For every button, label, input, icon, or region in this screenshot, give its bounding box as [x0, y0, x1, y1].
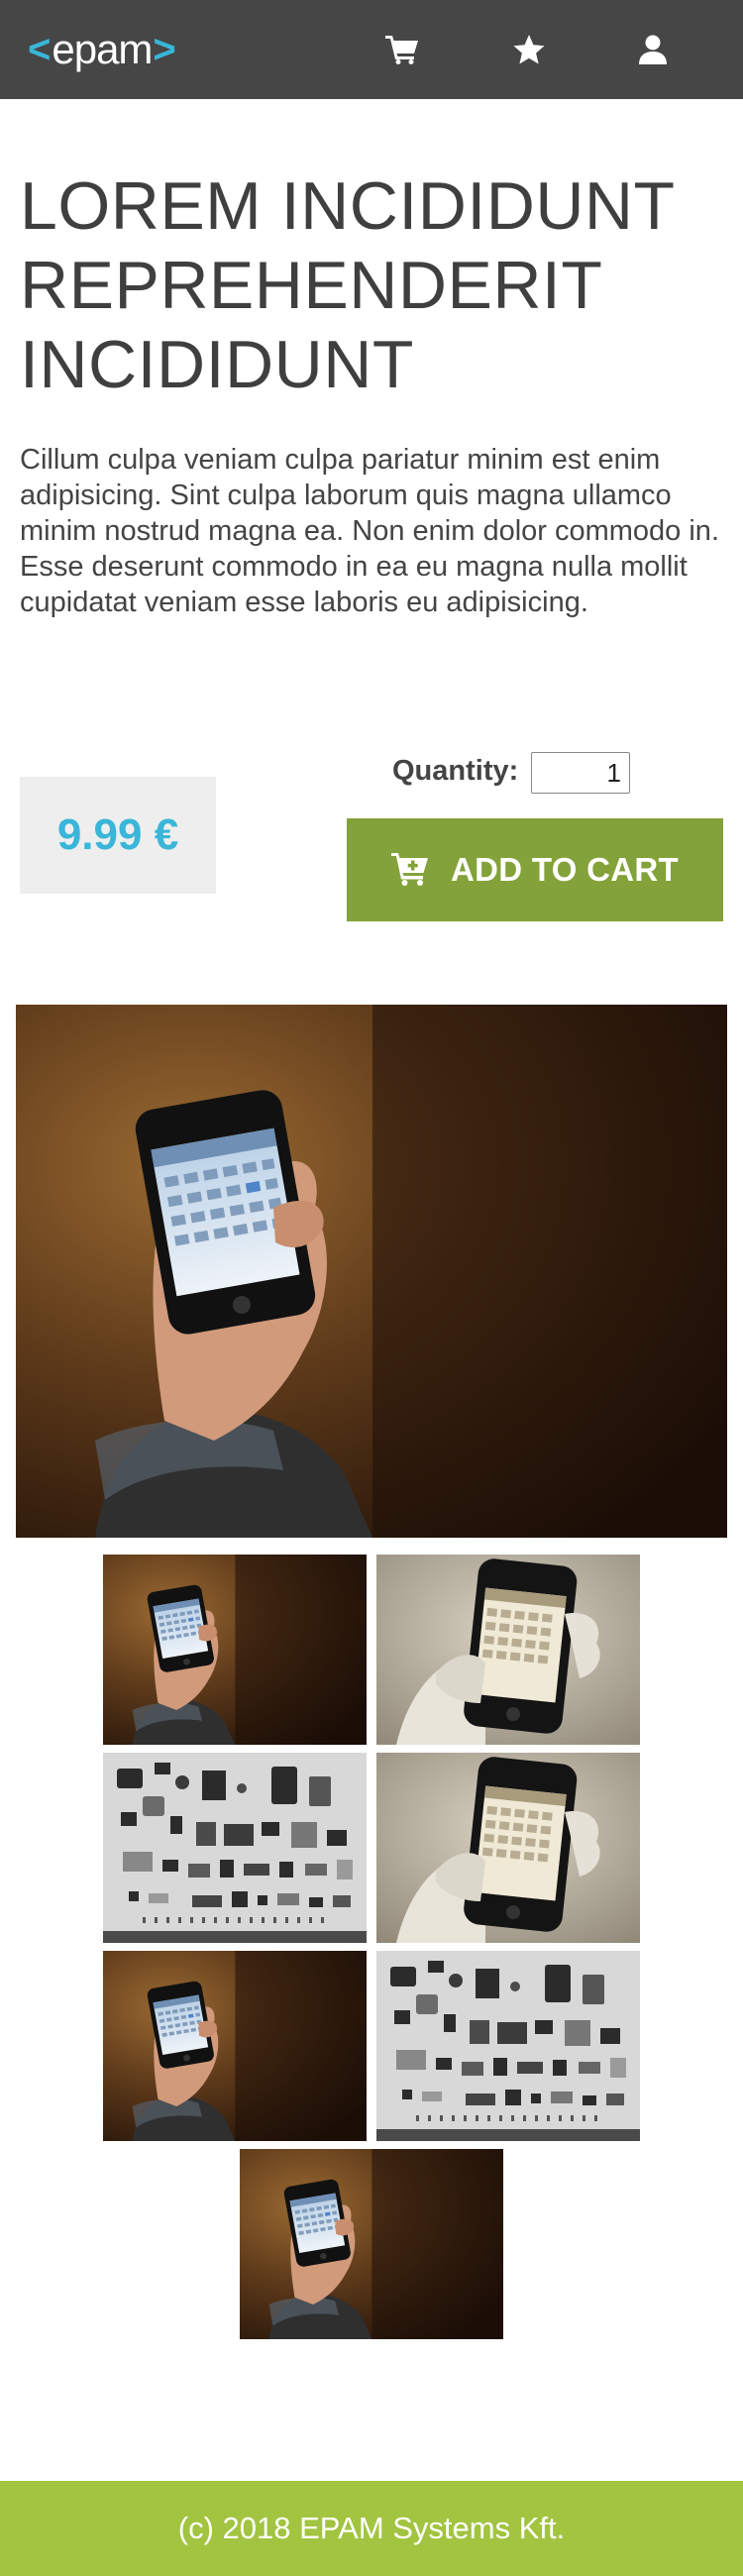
main-product-image[interactable] [16, 1005, 727, 1538]
thumbnail-4[interactable] [376, 1753, 640, 1943]
epam-logo[interactable]: < epam > [28, 26, 176, 73]
footer-copyright: (c) 2018 EPAM Systems Kft. [177, 2511, 566, 2545]
product-title: LOREM INCIDIDUNT REPREHENDERIT INCIDIDUN… [20, 168, 675, 402]
thumbnail-1[interactable] [103, 1555, 367, 1745]
logo-left-bracket: < [28, 28, 52, 71]
thumbnail-2[interactable] [376, 1555, 640, 1745]
top-nav-bar: < epam > [0, 0, 743, 99]
product-price: 9.99 € [56, 810, 179, 859]
logo-right-bracket: > [153, 28, 176, 71]
thumbnail-3[interactable] [103, 1753, 367, 1943]
add-to-cart-button[interactable]: ADD TO CART [347, 818, 723, 921]
logo-word: epam [52, 26, 153, 72]
thumbnail-7[interactable] [240, 2149, 503, 2339]
quantity-input[interactable] [531, 752, 630, 794]
user-icon[interactable] [633, 30, 673, 69]
thumbnail-6[interactable] [376, 1951, 640, 2141]
quantity-label: Quantity: [392, 755, 519, 787]
cart-plus-icon [390, 852, 429, 889]
price-box: 9.99 € [20, 777, 216, 894]
footer: (c) 2018 EPAM Systems Kft. [0, 2481, 743, 2576]
product-description: Cillum culpa veniam culpa pariatur minim… [20, 444, 719, 618]
star-icon[interactable] [509, 30, 549, 69]
thumbnail-5[interactable] [103, 1951, 367, 2141]
add-to-cart-label: ADD TO CART [450, 851, 679, 888]
cart-icon[interactable] [382, 30, 422, 69]
